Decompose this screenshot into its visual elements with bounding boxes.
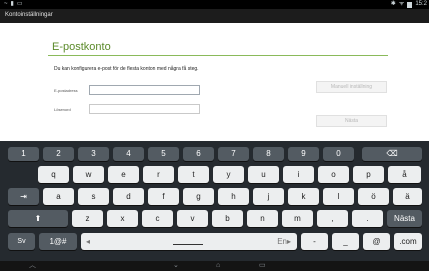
key-9[interactable]: 9 (288, 147, 319, 161)
title-bar-label: Kontoinställningar (5, 12, 53, 18)
shift-icon: ⬆ (34, 214, 42, 223)
space-bar-mark (173, 244, 203, 245)
battery-icon (407, 1, 413, 8)
key-o[interactable]: o (318, 166, 349, 183)
key-o-umlaut[interactable]: ö (358, 188, 389, 205)
key-j[interactable]: j (253, 188, 284, 205)
left-arrow-icon: ◂ (86, 237, 91, 246)
key-dotcom[interactable]: .com (394, 233, 422, 250)
tab-key[interactable]: ⇥ (8, 188, 39, 205)
key-4[interactable]: 4 (113, 147, 144, 161)
shift-key[interactable]: ⬆ (8, 210, 68, 227)
title-bar: Kontoinställningar (0, 9, 429, 23)
key-b[interactable]: b (212, 210, 243, 227)
bluetooth-icon: ✱ (390, 1, 396, 7)
key-1[interactable]: 1 (8, 147, 39, 161)
email-field[interactable] (89, 85, 200, 95)
key-underscore[interactable]: _ (332, 233, 359, 250)
password-field[interactable] (89, 104, 200, 114)
email-label: E-postadress (54, 88, 78, 93)
status-right-icons: ✱ ᯤ 15:2 (391, 1, 427, 8)
key-s[interactable]: s (78, 188, 109, 205)
key-comma[interactable]: , (317, 210, 348, 227)
key-h[interactable]: h (218, 188, 249, 205)
onscreen-keyboard: 1 2 3 4 5 6 7 8 9 0 ⌫ q w e r t y u i o … (0, 141, 429, 261)
en-label: En▸ (277, 237, 291, 246)
account-setup-form: E-postkonto Du kan konfigurera e-post fö… (0, 23, 429, 141)
menu-icon[interactable]: ︿ (29, 261, 36, 271)
key-0[interactable]: 0 (323, 147, 354, 161)
backspace-icon: ⌫ (386, 149, 398, 158)
key-p[interactable]: p (353, 166, 384, 183)
key-q[interactable]: q (38, 166, 69, 183)
key-m[interactable]: m (282, 210, 313, 227)
page-title: E-postkonto (52, 41, 111, 53)
clock: 15:2 (415, 1, 427, 7)
tab-icon: ⇥ (20, 192, 27, 201)
key-6[interactable]: 6 (183, 147, 214, 161)
key-5[interactable]: 5 (148, 147, 179, 161)
screenshot-icon: ▭ (16, 1, 23, 7)
title-divider (48, 55, 388, 56)
key-c[interactable]: c (142, 210, 173, 227)
key-d[interactable]: d (113, 188, 144, 205)
key-v[interactable]: v (177, 210, 208, 227)
key-a[interactable]: a (43, 188, 74, 205)
navigation-bar: ︿ ⌄ ⌂ ▭ (0, 261, 429, 271)
key-dash[interactable]: - (301, 233, 328, 250)
key-7[interactable]: 7 (218, 147, 249, 161)
key-l[interactable]: l (323, 188, 354, 205)
intro-text: Du kan konfigurera e-post för de flesta … (54, 66, 199, 72)
key-x[interactable]: x (107, 210, 138, 227)
sd-card-icon: ▮ (10, 1, 14, 7)
key-n[interactable]: n (247, 210, 278, 227)
manual-setup-button[interactable]: Manuell inställning (316, 81, 387, 93)
status-bar: ~ ▮ ▭ ✱ ᯤ 15:2 (0, 0, 429, 9)
key-r[interactable]: r (143, 166, 174, 183)
key-at[interactable]: @ (363, 233, 390, 250)
key-w[interactable]: w (73, 166, 104, 183)
next-button[interactable]: Nästa (316, 115, 387, 127)
key-8[interactable]: 8 (253, 147, 284, 161)
recents-icon[interactable]: ▭ (259, 261, 266, 271)
hide-keyboard-icon[interactable]: ⌄ (173, 261, 179, 271)
space-key[interactable]: ◂ En▸ (81, 233, 297, 250)
notification-icon: ~ (4, 1, 8, 7)
key-3[interactable]: 3 (78, 147, 109, 161)
key-period[interactable]: . (352, 210, 383, 227)
password-label: Lösenord (54, 107, 71, 112)
key-i[interactable]: i (283, 166, 314, 183)
key-t[interactable]: t (178, 166, 209, 183)
key-u[interactable]: u (248, 166, 279, 183)
key-z[interactable]: z (72, 210, 103, 227)
key-y[interactable]: y (213, 166, 244, 183)
key-k[interactable]: k (288, 188, 319, 205)
next-key[interactable]: Nästa (387, 210, 422, 227)
key-f[interactable]: f (148, 188, 179, 205)
language-key[interactable]: Sv (8, 233, 35, 250)
key-e[interactable]: e (108, 166, 139, 183)
symbols-key[interactable]: 1@# (39, 233, 77, 250)
key-g[interactable]: g (183, 188, 214, 205)
backspace-key[interactable]: ⌫ (362, 147, 422, 161)
wifi-icon: ᯤ (398, 1, 405, 7)
key-2[interactable]: 2 (43, 147, 74, 161)
status-left-icons: ~ ▮ ▭ (4, 1, 23, 8)
key-a-umlaut[interactable]: ä (393, 188, 422, 205)
key-a-ring[interactable]: å (388, 166, 421, 183)
home-icon[interactable]: ⌂ (216, 261, 220, 271)
